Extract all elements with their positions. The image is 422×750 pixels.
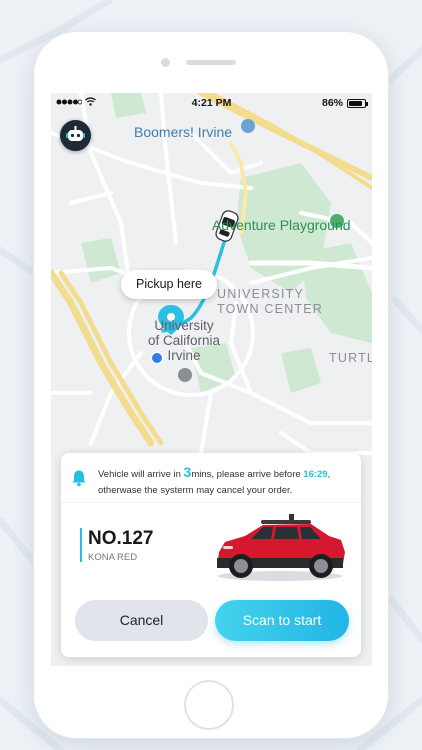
battery-icon: [347, 98, 368, 108]
cancel-button[interactable]: Cancel: [75, 600, 208, 641]
home-button[interactable]: [184, 680, 234, 730]
map-label-uci-line3: Irvine: [167, 348, 201, 363]
arrival-deadline-time: 16:29: [303, 469, 328, 480]
scan-to-start-button[interactable]: Scan to start: [215, 600, 349, 641]
vehicle-plate-number: NO.127: [88, 528, 154, 549]
vehicle-model: KONA RED: [88, 552, 138, 563]
map-label-university-line2: TOWN CENTER: [217, 302, 324, 316]
notice-text-part1: Vehicle will arrive in: [98, 469, 184, 480]
pickup-here-bubble[interactable]: Pickup here: [121, 270, 217, 299]
map-label-adventure-playground: Adventure Playground: [212, 217, 351, 233]
map-label-uci-line2: of California: [148, 333, 221, 348]
map-label-university-town-center: UNIVERSITY TOWN CENTER: [217, 287, 323, 317]
notice-text-part2: mins, please arrive before: [191, 469, 304, 480]
vehicle-info: NO.127 KONA RED: [61, 503, 361, 583]
map-label-turtle: TURTL: [329, 351, 372, 365]
battery-percent: 86%: [321, 97, 343, 109]
profile-avatar[interactable]: [60, 120, 91, 151]
map-label-university-line1: UNIVERSITY: [217, 287, 305, 301]
map-label-uci: University of California Irvine: [148, 318, 220, 363]
battery-status: 86%: [321, 97, 368, 109]
map-label-boomers: Boomers! Irvine: [134, 124, 233, 140]
speaker-grille: [186, 60, 236, 65]
app-screen: Boomers! Irvine Adventure Playground UNI…: [51, 93, 372, 666]
arrival-notice-text: Vehicle will arrive in 3mins, please arr…: [98, 464, 356, 499]
status-bar: 4:21 PM 86%: [51, 93, 372, 113]
car-icon: [217, 514, 345, 581]
plate-accent-bar: [80, 528, 82, 562]
bell-icon: [72, 470, 86, 487]
front-camera: [161, 58, 170, 67]
robot-avatar-icon: [66, 126, 85, 141]
map-label-uci-line1: University: [154, 318, 214, 333]
battery-fill: [349, 100, 362, 106]
arrival-notice: Vehicle will arrive in 3mins, please arr…: [61, 453, 361, 502]
ride-info-card: Vehicle will arrive in 3mins, please arr…: [61, 453, 361, 657]
